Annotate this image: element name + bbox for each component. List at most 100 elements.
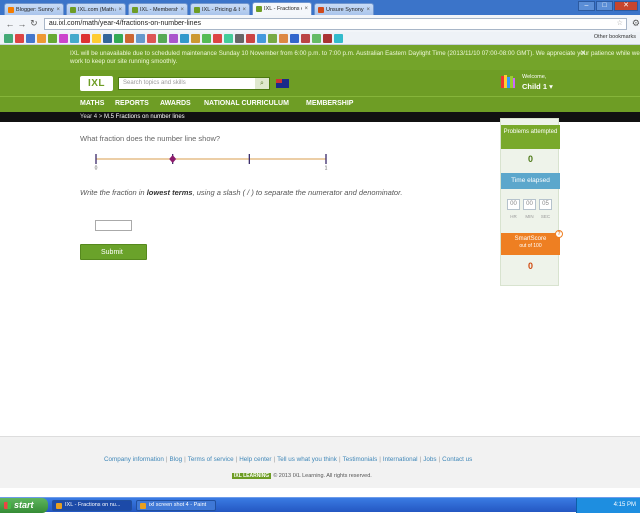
bookmark-icon[interactable] [15, 33, 24, 43]
bookmark-icon[interactable] [235, 33, 244, 43]
search-input[interactable]: Search topics and skills ⌕ [118, 77, 270, 90]
close-window-button[interactable]: ✕ [614, 1, 638, 11]
tab-close-icon[interactable]: × [118, 7, 122, 13]
bookmark-star-icon[interactable]: ☆ [617, 19, 623, 29]
bookmark-icon[interactable] [81, 33, 90, 43]
back-arrow-icon[interactable]: ← [4, 19, 16, 29]
bookmark-icon[interactable] [290, 33, 299, 43]
bookmark-icon[interactable] [279, 33, 288, 43]
browser-tab[interactable]: IXL - Fractions on number li...× [252, 2, 312, 15]
bookmark-icon[interactable] [136, 33, 145, 43]
copyright: IXL LEARNING © 2013 IXL Learning. All rig… [232, 473, 372, 479]
bookmark-icon[interactable] [4, 33, 13, 43]
stats-panel: Problems attempted 0 Time elapsed 00 00 … [500, 118, 563, 286]
number-line: 01 [95, 154, 328, 170]
bookmark-icon[interactable] [103, 33, 112, 43]
bookmark-icon[interactable] [268, 33, 277, 43]
bookmark-icon[interactable] [224, 33, 233, 43]
bookmark-icon[interactable] [158, 33, 167, 43]
wrench-menu-icon[interactable]: ⚙ [632, 18, 640, 29]
task-chrome[interactable]: IXL - Fractions on nu... [52, 500, 132, 511]
timer-hours: 00 [507, 199, 520, 210]
minimize-button[interactable]: – [578, 1, 595, 11]
bookmark-icon[interactable] [48, 33, 57, 43]
tab-close-icon[interactable]: × [242, 7, 246, 13]
bookmark-icon[interactable] [312, 33, 321, 43]
timer-seconds: 05 [539, 199, 552, 210]
footer-link[interactable]: Company information [104, 456, 164, 463]
submit-button[interactable]: Submit [80, 244, 147, 260]
bookmark-icon[interactable] [37, 33, 46, 43]
bookmark-icon[interactable] [180, 33, 189, 43]
forward-arrow-icon[interactable]: → [16, 19, 28, 29]
bookmark-icon[interactable] [169, 33, 178, 43]
instructions: Write the fraction in lowest terms, usin… [80, 188, 450, 198]
browser-tab[interactable]: IXL.com (Math and Languag...× [66, 3, 126, 15]
footer-link[interactable]: Help center [239, 456, 271, 463]
bookmark-icon[interactable] [202, 33, 211, 43]
bookmark-icon[interactable] [246, 33, 255, 43]
footer-link[interactable]: Tell us what you think [277, 456, 337, 463]
other-bookmarks[interactable]: Other bookmarks [594, 34, 636, 40]
bookmark-icon[interactable] [334, 33, 343, 43]
footer-separator: | [438, 456, 441, 463]
bookmark-icon[interactable] [125, 33, 134, 43]
bookmark-icon[interactable] [301, 33, 310, 43]
browser-tab[interactable]: Blogger: Sunnyside Farm Fr...× [4, 3, 64, 15]
nav-membership[interactable]: MEMBERSHIP [306, 100, 353, 107]
footer-link[interactable]: Contact us [442, 456, 472, 463]
problems-attempted-label: Problems attempted [501, 125, 560, 149]
bookmark-icon[interactable] [70, 33, 79, 43]
start-label: start [14, 500, 34, 510]
breadcrumb-separator: > [97, 114, 104, 120]
tab-close-icon[interactable]: × [366, 7, 370, 13]
footer-link[interactable]: Blog [170, 456, 183, 463]
banner-close-icon[interactable]: ✕ [580, 50, 586, 58]
bookmark-icon[interactable] [191, 33, 200, 43]
search-icon[interactable]: ⌕ [255, 78, 269, 89]
reload-icon[interactable]: ↻ [28, 18, 40, 29]
browser-tab[interactable]: IXL - Pricing & benefits× [190, 3, 250, 15]
nav-national-curriculum[interactable]: NATIONAL CURRICULUM [204, 100, 289, 107]
browser-tab[interactable]: IXL - Membership FAQ× [128, 3, 188, 15]
bookmark-icon[interactable] [59, 33, 68, 43]
tab-close-icon[interactable]: × [180, 7, 184, 13]
footer-link[interactable]: International [383, 456, 418, 463]
bookmark-icon[interactable] [26, 33, 35, 43]
tab-close-icon[interactable]: × [56, 7, 60, 13]
bookmark-icon[interactable] [114, 33, 123, 43]
help-icon[interactable]: ? [555, 230, 563, 238]
bookmark-icon[interactable] [147, 33, 156, 43]
browser-tab[interactable]: Unsure Synonyms, Unsure...× [314, 3, 374, 15]
nav-awards[interactable]: AWARDS [160, 100, 191, 107]
tab-label: Unsure Synonyms, Unsure... [326, 6, 364, 13]
task-paint[interactable]: ixl screen shot 4 - Paint [136, 500, 216, 511]
footer-link[interactable]: Testimonials [343, 456, 378, 463]
bookmark-icon[interactable] [257, 33, 266, 43]
user-menu[interactable]: Child 1 ▾ [522, 82, 553, 91]
maximize-button[interactable]: □ [596, 1, 613, 11]
bookmark-icon[interactable] [92, 33, 101, 43]
bookmark-icon[interactable] [323, 33, 332, 43]
tab-favicon-icon [256, 6, 262, 12]
tab-close-icon[interactable]: × [304, 6, 308, 12]
timer-unit-sec: SEC [540, 214, 551, 219]
timer: 00 00 05 [507, 199, 555, 210]
nav-reports[interactable]: REPORTS [115, 100, 149, 107]
footer-link[interactable]: Terms of service [188, 456, 234, 463]
copyright-text: © 2013 IXL Learning. All rights reserved… [273, 473, 372, 479]
url-input[interactable]: au.ixl.com/math/year-4/fractions-on-numb… [43, 17, 627, 30]
time-elapsed-label: Time elapsed [501, 173, 560, 189]
tab-favicon-icon [194, 6, 200, 13]
timer-unit-min: MIN [525, 214, 534, 219]
footer-separator: | [273, 456, 276, 463]
answer-input[interactable] [95, 220, 132, 231]
footer-link[interactable]: Jobs [423, 456, 436, 463]
tab-favicon-icon [8, 6, 14, 13]
bookmark-icon[interactable] [213, 33, 222, 43]
problems-attempted-value: 0 [527, 154, 533, 164]
ixl-logo[interactable]: IXL [80, 76, 113, 91]
breadcrumb-level[interactable]: Year 4 [80, 114, 97, 120]
nav-maths[interactable]: MATHS [80, 100, 104, 107]
start-button[interactable]: start [0, 498, 48, 513]
